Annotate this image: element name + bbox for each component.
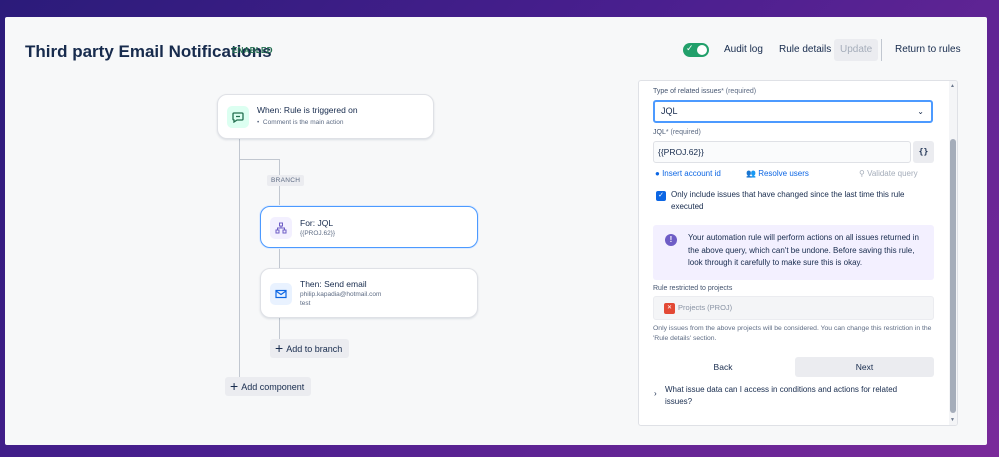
send-email-node[interactable]: Then: Send email philip.kapadia@hotmail.… [260,268,478,318]
type-select[interactable]: JQL ⌄ [653,100,933,123]
users-icon: 👥 [746,169,759,178]
plus-icon: + [275,340,284,356]
user-icon: ● [655,169,663,178]
jql-required: * (required) [665,129,701,136]
back-button[interactable]: Back [653,357,793,377]
insert-account-id-link[interactable]: ● Insert account id [655,169,721,178]
projects-value: Projects (PROJ) [678,303,733,312]
restriction-note: Only issues from the above projects will… [653,325,932,342]
only-changed-label: Only include issues that have changed si… [671,190,905,211]
jql-input[interactable]: {{PROJ.62}} [653,141,911,163]
scroll-up-icon[interactable]: ▲ [950,83,955,89]
type-required: * (required) [721,88,757,95]
validate-query-link[interactable]: ⚲ Validate query [859,169,918,178]
info-icon: ! [665,234,677,246]
warning-text: Your automation rule will perform action… [688,233,919,267]
projects-field: ✕ Projects (PROJ) [653,296,934,320]
email-icon [270,283,292,305]
then-node-email: philip.kapadia@hotmail.com [300,291,382,298]
chevron-right-icon[interactable]: › [654,389,657,398]
panel-scrollbar[interactable]: ▲ ▼ [949,81,957,425]
trigger-subtitle-text: Comment is the main action [262,119,344,126]
for-jql-node[interactable]: For: JQL {{PROJ.62}} [260,206,478,248]
add-to-branch-button[interactable]: + Add to branch [270,339,350,358]
type-label-text: Type of related issues [653,88,722,95]
next-button[interactable]: Next [795,357,934,377]
for-node-subtitle: {{PROJ.62}} [300,230,336,237]
resolve-users-link[interactable]: 👥 Resolve users [746,169,809,178]
type-label: Type of related issues* (required) [653,88,756,95]
only-changed-checkbox[interactable]: ✓ [656,191,666,201]
add-component-label: Add component [241,382,305,392]
scrollbar-thumb[interactable] [950,139,956,413]
update-button[interactable]: Update [834,39,879,61]
insert-account-id-label: Insert account id [662,169,721,178]
comment-icon [227,106,249,128]
search-icon: ⚲ [859,169,868,178]
branch-connector-h [239,159,279,160]
return-to-rules-button[interactable]: Return to rules [889,39,967,61]
main-connector [239,139,240,379]
trigger-title: When: Rule is triggered on [257,105,358,115]
scroll-down-icon[interactable]: ▼ [950,417,955,423]
warning-message: ! Your automation rule will perform acti… [653,225,934,280]
branch-icon [270,217,292,239]
then-node-text: test [300,300,311,307]
chevron-down-icon: ⌄ [917,107,924,116]
type-select-value: JQL [661,106,678,116]
add-to-branch-label: Add to branch [286,344,343,354]
for-node-title: For: JQL [300,218,334,228]
then-node-title: Then: Send email [300,279,367,289]
app-frame: Third party Email Notifications ENABLED … [5,17,987,445]
add-component-button[interactable]: + Add component [225,377,312,396]
audit-log-button[interactable]: Audit log [718,39,769,61]
faq-expander[interactable]: What issue data can I access in conditio… [665,384,925,408]
trigger-subtitle: • Comment is the main action [257,119,343,126]
config-panel: Type of related issues* (required) JQL ⌄… [638,80,958,426]
branch-tag: BRANCH [267,175,305,186]
jql-label: JQL* (required) [653,129,701,136]
jql-label-text: JQL [653,129,666,136]
resolve-users-label: Resolve users [758,169,809,178]
smart-values-button[interactable]: {} [913,141,934,163]
header-divider [881,39,882,61]
branch-connector-v [279,159,280,349]
project-icon: ✕ [664,303,675,314]
rule-details-button[interactable]: Rule details [773,39,837,61]
enable-toggle[interactable] [683,43,709,57]
plus-icon: + [230,378,239,394]
trigger-node[interactable]: When: Rule is triggered on • Comment is … [217,94,434,139]
status-badge: ENABLED [232,46,273,55]
validate-query-label: Validate query [867,169,918,178]
restricted-label: Rule restricted to projects [653,285,733,292]
